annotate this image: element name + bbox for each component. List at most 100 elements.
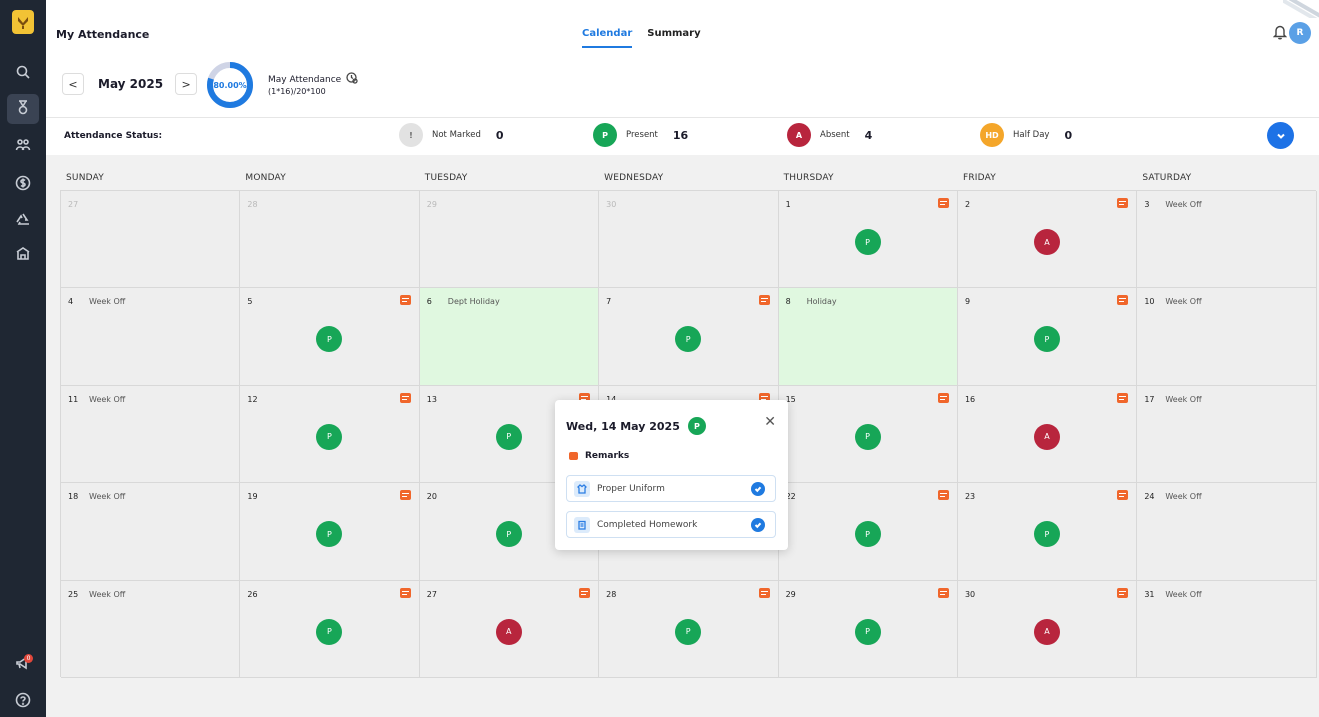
remark-item[interactable]: Completed Homework — [566, 511, 776, 538]
tab-summary[interactable]: Summary — [647, 28, 700, 48]
calendar-day-cell[interactable]: 15 P — [778, 385, 958, 484]
nav-search[interactable] — [7, 59, 39, 89]
remark-icon[interactable] — [758, 295, 770, 306]
remark-icon[interactable] — [1117, 490, 1129, 501]
calendar-day-cell[interactable]: 19 P — [240, 483, 420, 581]
calendar-day-cell[interactable]: 6 Dept Holiday — [419, 288, 600, 386]
present-mark[interactable]: P — [854, 521, 881, 548]
dollar-icon — [15, 175, 31, 195]
remark-icon[interactable] — [399, 392, 411, 403]
calendar-day-cell[interactable]: 26 P — [240, 580, 420, 678]
present-mark[interactable]: P — [316, 326, 343, 353]
remark-icon[interactable] — [399, 490, 411, 501]
calendar-day-cell[interactable]: 9P — [957, 288, 1138, 386]
present-mark[interactable]: P — [1033, 326, 1060, 353]
calendar-day-cell[interactable]: 28 — [240, 191, 420, 289]
present-mark[interactable]: P — [675, 326, 702, 353]
logo[interactable] — [12, 10, 34, 34]
status-count: 0 — [1064, 128, 1073, 142]
nav-school[interactable] — [7, 241, 39, 271]
absent-mark[interactable]: A — [1033, 618, 1060, 645]
calendar-day-cell[interactable]: 31 Week Off — [1137, 580, 1317, 678]
calendar-day-cell[interactable]: 18 Week Off — [61, 483, 241, 581]
remark-icon[interactable] — [937, 198, 949, 208]
bell-icon[interactable] — [1272, 24, 1288, 40]
nav-people[interactable] — [7, 132, 39, 162]
absent-mark[interactable]: A — [495, 618, 522, 645]
calendar-day-cell[interactable]: 7P — [599, 288, 779, 386]
avatar[interactable]: R — [1289, 22, 1311, 44]
calendar-day-cell[interactable]: 30 — [599, 191, 779, 289]
status-count: 0 — [495, 128, 504, 142]
nav-activities[interactable] — [7, 207, 39, 237]
calendar-day-cell[interactable]: 27 — [61, 191, 241, 289]
calendar-day-cell[interactable]: 8 Holiday — [778, 288, 958, 386]
calendar-day-cell[interactable]: 10 Week Off — [1137, 288, 1317, 386]
remark-icon[interactable] — [937, 392, 949, 403]
calendar-day-cell[interactable]: 25 Week Off — [61, 580, 241, 678]
calendar-day-cell[interactable]: 16 A — [957, 385, 1138, 484]
remark-icon[interactable] — [1117, 198, 1129, 208]
present-mark[interactable]: P — [495, 423, 522, 450]
present-mark[interactable]: P — [316, 521, 343, 548]
present-mark[interactable]: P — [854, 229, 881, 255]
remark-icon[interactable] — [1117, 392, 1129, 403]
remark-icon[interactable] — [937, 490, 949, 501]
remark-item[interactable]: Proper Uniform — [566, 475, 776, 502]
day-label: Holiday — [806, 297, 837, 307]
day-label: Week Off — [89, 297, 126, 307]
calendar-day-cell[interactable]: 4 Week Off — [61, 288, 241, 386]
expand-status-button[interactable] — [1267, 122, 1294, 149]
calendar-day-cell[interactable]: 11 Week Off — [61, 385, 241, 484]
calendar-day-cell[interactable]: 29 P — [778, 580, 958, 678]
info-clock-icon[interactable] — [346, 72, 358, 87]
remark-icon[interactable] — [399, 587, 411, 598]
remark-icon[interactable] — [1117, 295, 1129, 306]
remark-icon[interactable] — [937, 587, 949, 598]
calendar-day-cell[interactable]: 23 P — [957, 483, 1138, 581]
day-number: 8 — [785, 297, 791, 307]
remark-icon[interactable] — [579, 587, 591, 598]
prev-month-button[interactable]: < — [62, 73, 84, 95]
calendar-day-cell[interactable]: 30 A — [957, 580, 1138, 678]
calendar-day-cell[interactable]: 5P — [240, 288, 420, 386]
day-number: 7 — [606, 297, 612, 307]
present-mark[interactable]: P — [675, 618, 702, 645]
calendar-day-cell[interactable]: 3 Week Off — [1137, 191, 1317, 289]
status-count: 4 — [864, 128, 873, 142]
day-number: 6 — [426, 297, 432, 307]
nav-fees[interactable] — [7, 170, 39, 200]
absent-mark[interactable]: A — [1033, 229, 1060, 255]
calendar-day-cell[interactable]: 28 P — [599, 580, 779, 678]
calendar-day-cell[interactable]: 17 Week Off — [1137, 385, 1317, 484]
close-icon[interactable]: ✕ — [764, 414, 776, 430]
uniform-icon — [574, 480, 590, 497]
tab-calendar[interactable]: Calendar — [582, 28, 633, 48]
nav-attendance[interactable] — [7, 94, 39, 124]
page-title: My Attendance — [56, 28, 150, 41]
calendar-day-cell[interactable]: 29 — [419, 191, 600, 289]
calendar-day-cell[interactable]: 22 P — [778, 483, 958, 581]
nav-announcements[interactable]: 0 — [7, 650, 39, 680]
present-mark[interactable]: P — [495, 521, 522, 548]
present-mark[interactable]: P — [1033, 521, 1060, 548]
remark-icon[interactable] — [399, 295, 411, 306]
present-mark[interactable]: P — [316, 618, 343, 645]
calendar-day-cell[interactable]: 12 P — [240, 385, 420, 484]
absent-mark[interactable]: A — [1033, 423, 1060, 450]
nav-help[interactable] — [7, 687, 39, 717]
day-number: 3 — [1144, 200, 1150, 209]
present-mark[interactable]: P — [854, 618, 881, 645]
present-mark[interactable]: P — [854, 423, 881, 450]
remark-icon[interactable] — [1117, 587, 1129, 598]
calendar-day-cell[interactable]: 2A — [957, 191, 1138, 289]
calendar-day-cell[interactable]: 1P — [778, 191, 958, 289]
calendar-day-cell[interactable]: 27 A — [419, 580, 600, 678]
status-half-day: HD Half Day 0 — [980, 123, 1072, 147]
remark-icon[interactable] — [758, 587, 770, 598]
present-mark[interactable]: P — [316, 423, 343, 450]
day-label: Week Off — [1165, 297, 1202, 307]
help-icon — [15, 692, 31, 712]
next-month-button[interactable]: > — [175, 73, 198, 95]
calendar-day-cell[interactable]: 24 Week Off — [1137, 483, 1317, 581]
